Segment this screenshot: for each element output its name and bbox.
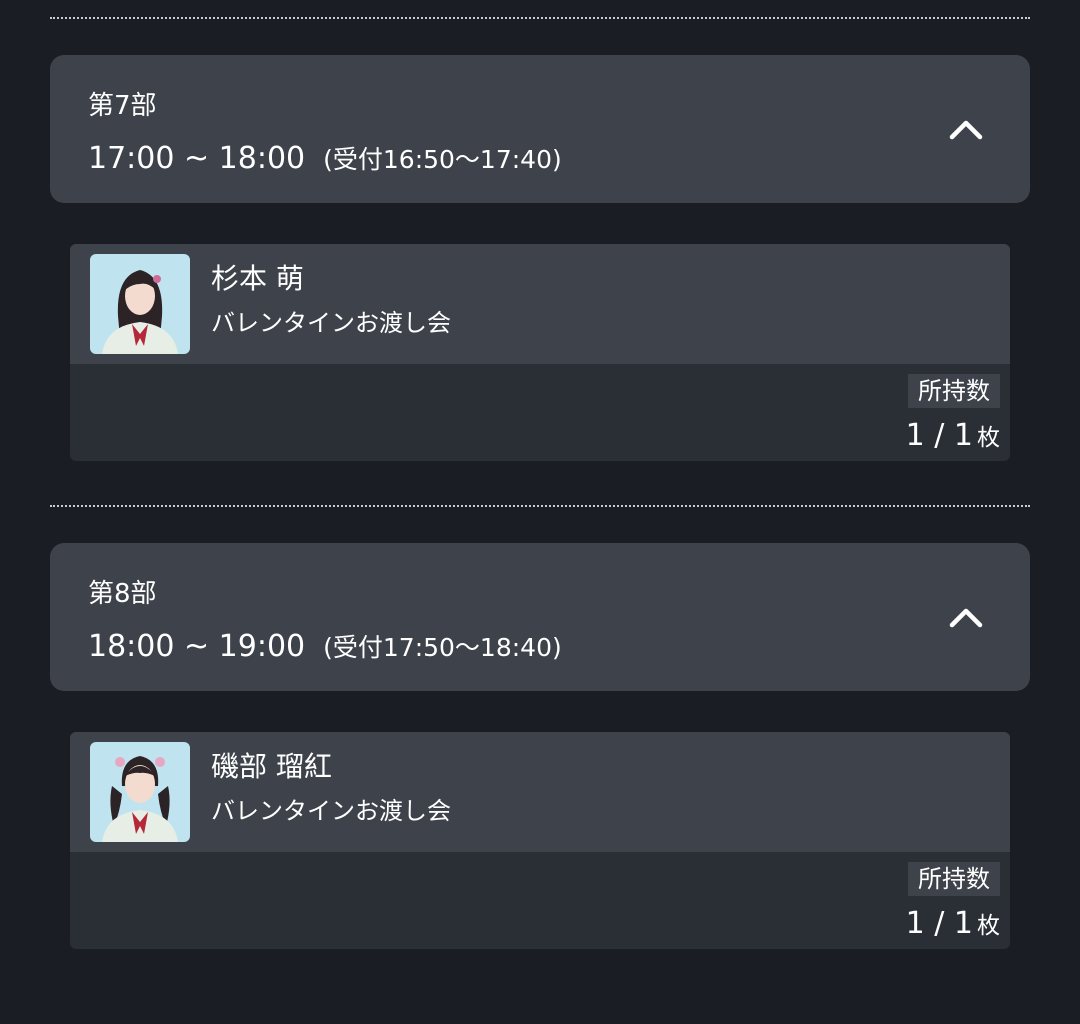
event-name: バレンタインお渡し会 xyxy=(211,309,451,337)
holding-count-label: 所持数 xyxy=(908,862,1000,896)
session-header-8[interactable]: 第8部 18:00 ~ 19:00 (受付17:50〜18:40) xyxy=(50,543,1030,691)
session-header-7[interactable]: 第7部 17:00 ~ 18:00 (受付16:50〜17:40) xyxy=(50,55,1030,203)
chevron-up-icon[interactable] xyxy=(946,109,986,149)
holding-count-label: 所持数 xyxy=(908,374,1000,408)
session-part-label: 第7部 xyxy=(88,91,157,121)
session-time: 17:00 ~ 18:00 xyxy=(88,141,306,176)
event-name: バレンタインお渡し会 xyxy=(211,797,451,825)
ticket-member-row: 磯部 瑠紅 バレンタインお渡し会 xyxy=(70,732,1010,852)
session-time: 18:00 ~ 19:00 xyxy=(88,629,306,664)
ticket-card[interactable]: 杉本 萌 バレンタインお渡し会 所持数 1 / 1枚 xyxy=(70,244,1010,461)
session-reception-time: (受付16:50〜17:40) xyxy=(323,145,562,174)
ticket-count: 1 / 1枚 xyxy=(906,416,1000,458)
session-time-row: 18:00 ~ 19:00 (受付17:50〜18:40) xyxy=(88,627,562,668)
session-reception-time: (受付17:50〜18:40) xyxy=(323,633,562,662)
member-name: 磯部 瑠紅 xyxy=(211,750,332,783)
member-photo xyxy=(90,742,190,842)
divider xyxy=(50,17,1030,19)
divider xyxy=(50,505,1030,507)
ticket-count-value: 1 / 1 xyxy=(905,418,973,453)
session-time-row: 17:00 ~ 18:00 (受付16:50〜17:40) xyxy=(88,139,562,180)
chevron-up-icon[interactable] xyxy=(946,597,986,637)
ticket-card[interactable]: 磯部 瑠紅 バレンタインお渡し会 所持数 1 / 1枚 xyxy=(70,732,1010,949)
ticket-member-row: 杉本 萌 バレンタインお渡し会 xyxy=(70,244,1010,364)
ticket-count: 1 / 1枚 xyxy=(906,904,1000,946)
member-name: 杉本 萌 xyxy=(211,262,304,295)
member-photo xyxy=(90,254,190,354)
ticket-count-unit: 枚 xyxy=(977,913,1000,939)
page: 第7部 17:00 ~ 18:00 (受付16:50〜17:40) 杉本 萌 バ… xyxy=(0,0,1080,1024)
ticket-count-unit: 枚 xyxy=(977,425,1000,451)
ticket-count-value: 1 / 1 xyxy=(905,906,973,941)
session-part-label: 第8部 xyxy=(88,579,157,609)
